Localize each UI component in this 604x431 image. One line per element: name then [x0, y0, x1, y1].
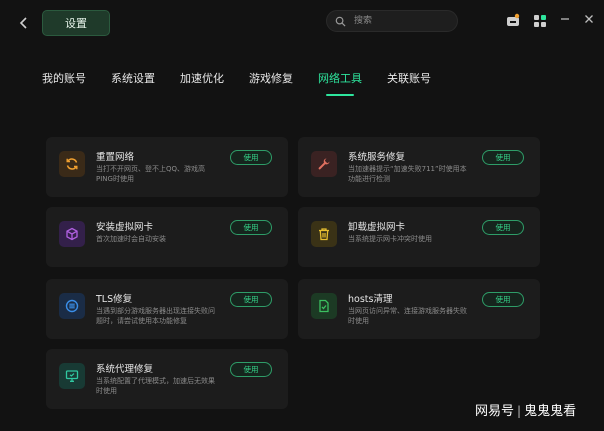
tab-acceleration[interactable]: 加速优化 [180, 70, 224, 100]
tool-name: TLS修复 [96, 294, 133, 305]
inbox-icon[interactable] [505, 13, 521, 29]
tab-game-repair[interactable]: 游戏修复 [249, 70, 293, 100]
tool-name: hosts清理 [348, 294, 393, 305]
tool-card-tls-repair: TLS修复 当遇到部分游戏服务器出现连接失败问题时，请尝试使用本功能修复 使用 [46, 279, 288, 339]
tool-description: 当网页访问异常、连接游戏服务器失败时使用 [348, 307, 467, 325]
tool-card-install-virtual-nic: 安装虚拟网卡 首次加速时会自动安装 使用 [46, 207, 288, 267]
tab-network-tools[interactable]: 网络工具 [318, 70, 362, 100]
refresh-icon [59, 151, 85, 177]
close-icon[interactable] [582, 12, 596, 28]
apps-grid-icon[interactable] [532, 13, 548, 29]
monitor-icon [59, 363, 85, 389]
settings-tabs: 我的账号 系统设置 加速优化 游戏修复 网络工具 关联账号 [42, 70, 456, 100]
use-button[interactable]: 使用 [230, 362, 272, 377]
wrench-icon [311, 151, 337, 177]
minimize-icon[interactable] [558, 12, 572, 28]
search-box[interactable] [326, 10, 458, 32]
tool-description: 当系统提示网卡冲突时使用 [348, 235, 432, 243]
watermark: 网易号 | 鬼鬼鬼看 [475, 400, 576, 419]
tool-card-reset-network: 重置网络 当打不开网页、登不上QQ、游戏高PING时使用 使用 [46, 137, 288, 197]
use-button[interactable]: 使用 [230, 150, 272, 165]
tab-system-settings[interactable]: 系统设置 [111, 70, 155, 100]
tool-card-system-proxy-repair: 系统代理修复 当系统配置了代理模式，加速后无效果时使用 使用 [46, 349, 288, 409]
watermark-right: 鬼鬼鬼看 [524, 404, 577, 419]
tool-name: 重置网络 [96, 152, 135, 163]
tls-icon [59, 293, 85, 319]
tool-name: 安装虚拟网卡 [96, 222, 154, 233]
cube-icon [59, 221, 85, 247]
tab-linked-accounts[interactable]: 关联账号 [387, 70, 431, 100]
search-input[interactable] [352, 15, 456, 27]
tool-name: 卸载虚拟网卡 [348, 222, 406, 233]
tool-description: 当遇到部分游戏服务器出现连接失败问题时，请尝试使用本功能修复 [96, 307, 215, 325]
tool-description: 当加速器提示“加速失败711”时使用本功能进行检测 [348, 165, 467, 183]
use-button[interactable]: 使用 [482, 292, 524, 307]
tool-description: 当打不开网页、登不上QQ、游戏高PING时使用 [96, 165, 206, 183]
tool-name: 系统服务修复 [348, 152, 406, 163]
tool-card-system-service-repair: 系统服务修复 当加速器提示“加速失败711”时使用本功能进行检测 使用 [298, 137, 540, 197]
watermark-left: 网易号 [475, 404, 515, 419]
watermark-separator: | [517, 404, 522, 418]
back-arrow-icon[interactable] [14, 14, 34, 34]
trash-icon [311, 221, 337, 247]
use-button[interactable]: 使用 [482, 150, 524, 165]
search-icon [335, 16, 346, 27]
top-bar: 设置 [0, 0, 604, 48]
tool-name: 系统代理修复 [96, 364, 154, 375]
page-title: 设置 [42, 10, 110, 36]
tool-card-hosts-clean: hosts清理 当网页访问异常、连接游戏服务器失败时使用 使用 [298, 279, 540, 339]
tool-description: 当系统配置了代理模式，加速后无效果时使用 [96, 377, 215, 395]
file-clean-icon [311, 293, 337, 319]
tool-description: 首次加速时会自动安装 [96, 235, 166, 243]
use-button[interactable]: 使用 [482, 220, 524, 235]
tab-my-account[interactable]: 我的账号 [42, 70, 86, 100]
tool-card-uninstall-virtual-nic: 卸载虚拟网卡 当系统提示网卡冲突时使用 使用 [298, 207, 540, 267]
use-button[interactable]: 使用 [230, 220, 272, 235]
use-button[interactable]: 使用 [230, 292, 272, 307]
